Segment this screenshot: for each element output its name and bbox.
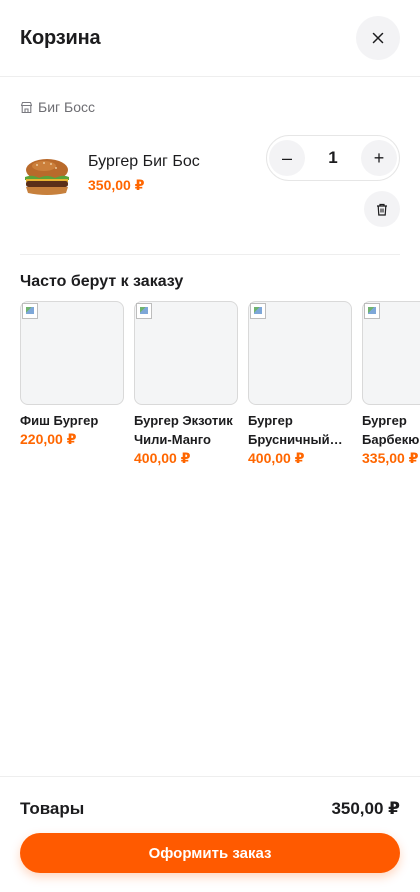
suggestion-image [134,301,238,405]
broken-image-icon [136,303,152,319]
minus-icon: – [281,147,292,168]
cart-item: Бургер Биг Бос 350,00 ₽ – 1 + [20,115,400,255]
suggestion-card[interactable]: Фиш Бургер 220,00 ₽ [20,301,124,468]
totals-label: Товары [20,799,85,818]
checkout-button[interactable]: Оформить заказ [20,833,400,873]
plus-icon: + [373,147,385,168]
suggestion-price: 400,00 ₽ [248,450,305,466]
suggestion-name: Бургер Брусничный Бекон [248,413,330,447]
close-button[interactable] [356,16,400,60]
broken-image-icon [250,303,266,319]
trash-icon [377,203,387,216]
suggestion-card[interactable]: Бургер Барбекю 335,00 ₽ [362,301,420,468]
totals-row: Товары 350,00 ₽ [20,799,400,819]
page-title: Корзина [20,26,101,49]
suggestion-name: Фиш Бургер [20,413,99,428]
suggestion-image [20,301,124,405]
quantity-stepper: – 1 + [266,135,400,181]
suggestion-card[interactable]: Бургер Брусничный Бекон 400,00 ₽ [248,301,352,468]
totals-value: 350,00 ₽ [331,799,400,818]
suggestions-title: Часто берут к заказу [20,273,184,290]
cart-footer: Товары 350,00 ₽ Оформить заказ [0,776,420,892]
store-row: Биг Босс [0,99,420,115]
decrement-button[interactable]: – [269,140,305,176]
increment-button[interactable]: + [361,140,397,176]
suggestion-price: 220,00 ₽ [20,431,77,447]
suggestion-price: 335,00 ₽ [362,450,419,466]
suggestion-name: Бургер Экзотик Чили-Манго [134,413,233,447]
header: Корзина [0,0,420,77]
delete-button[interactable] [364,191,400,227]
item-name: Бургер Биг Бос [88,153,200,170]
broken-image-icon [364,303,380,319]
store-icon [20,101,33,113]
item-price: 350,00 ₽ [88,177,145,193]
suggestion-price: 400,00 ₽ [134,450,191,466]
close-icon [372,32,384,44]
suggestions-carousel[interactable]: Фиш Бургер 220,00 ₽ Бургер Экзотик Чили-… [0,301,420,468]
broken-image-icon [22,303,38,319]
store-name: Биг Босс [38,99,95,115]
suggestion-card[interactable]: Бургер Экзотик Чили-Манго 400,00 ₽ [134,301,238,468]
suggestion-image [248,301,352,405]
cart-page: Корзина Биг Босс Бургер Биг Бос 350,00 ₽ [0,0,420,892]
burger-image [25,159,69,195]
quantity-value: 1 [328,148,338,167]
suggestion-name: Бургер Барбекю [362,413,420,447]
suggestion-image [362,301,420,405]
